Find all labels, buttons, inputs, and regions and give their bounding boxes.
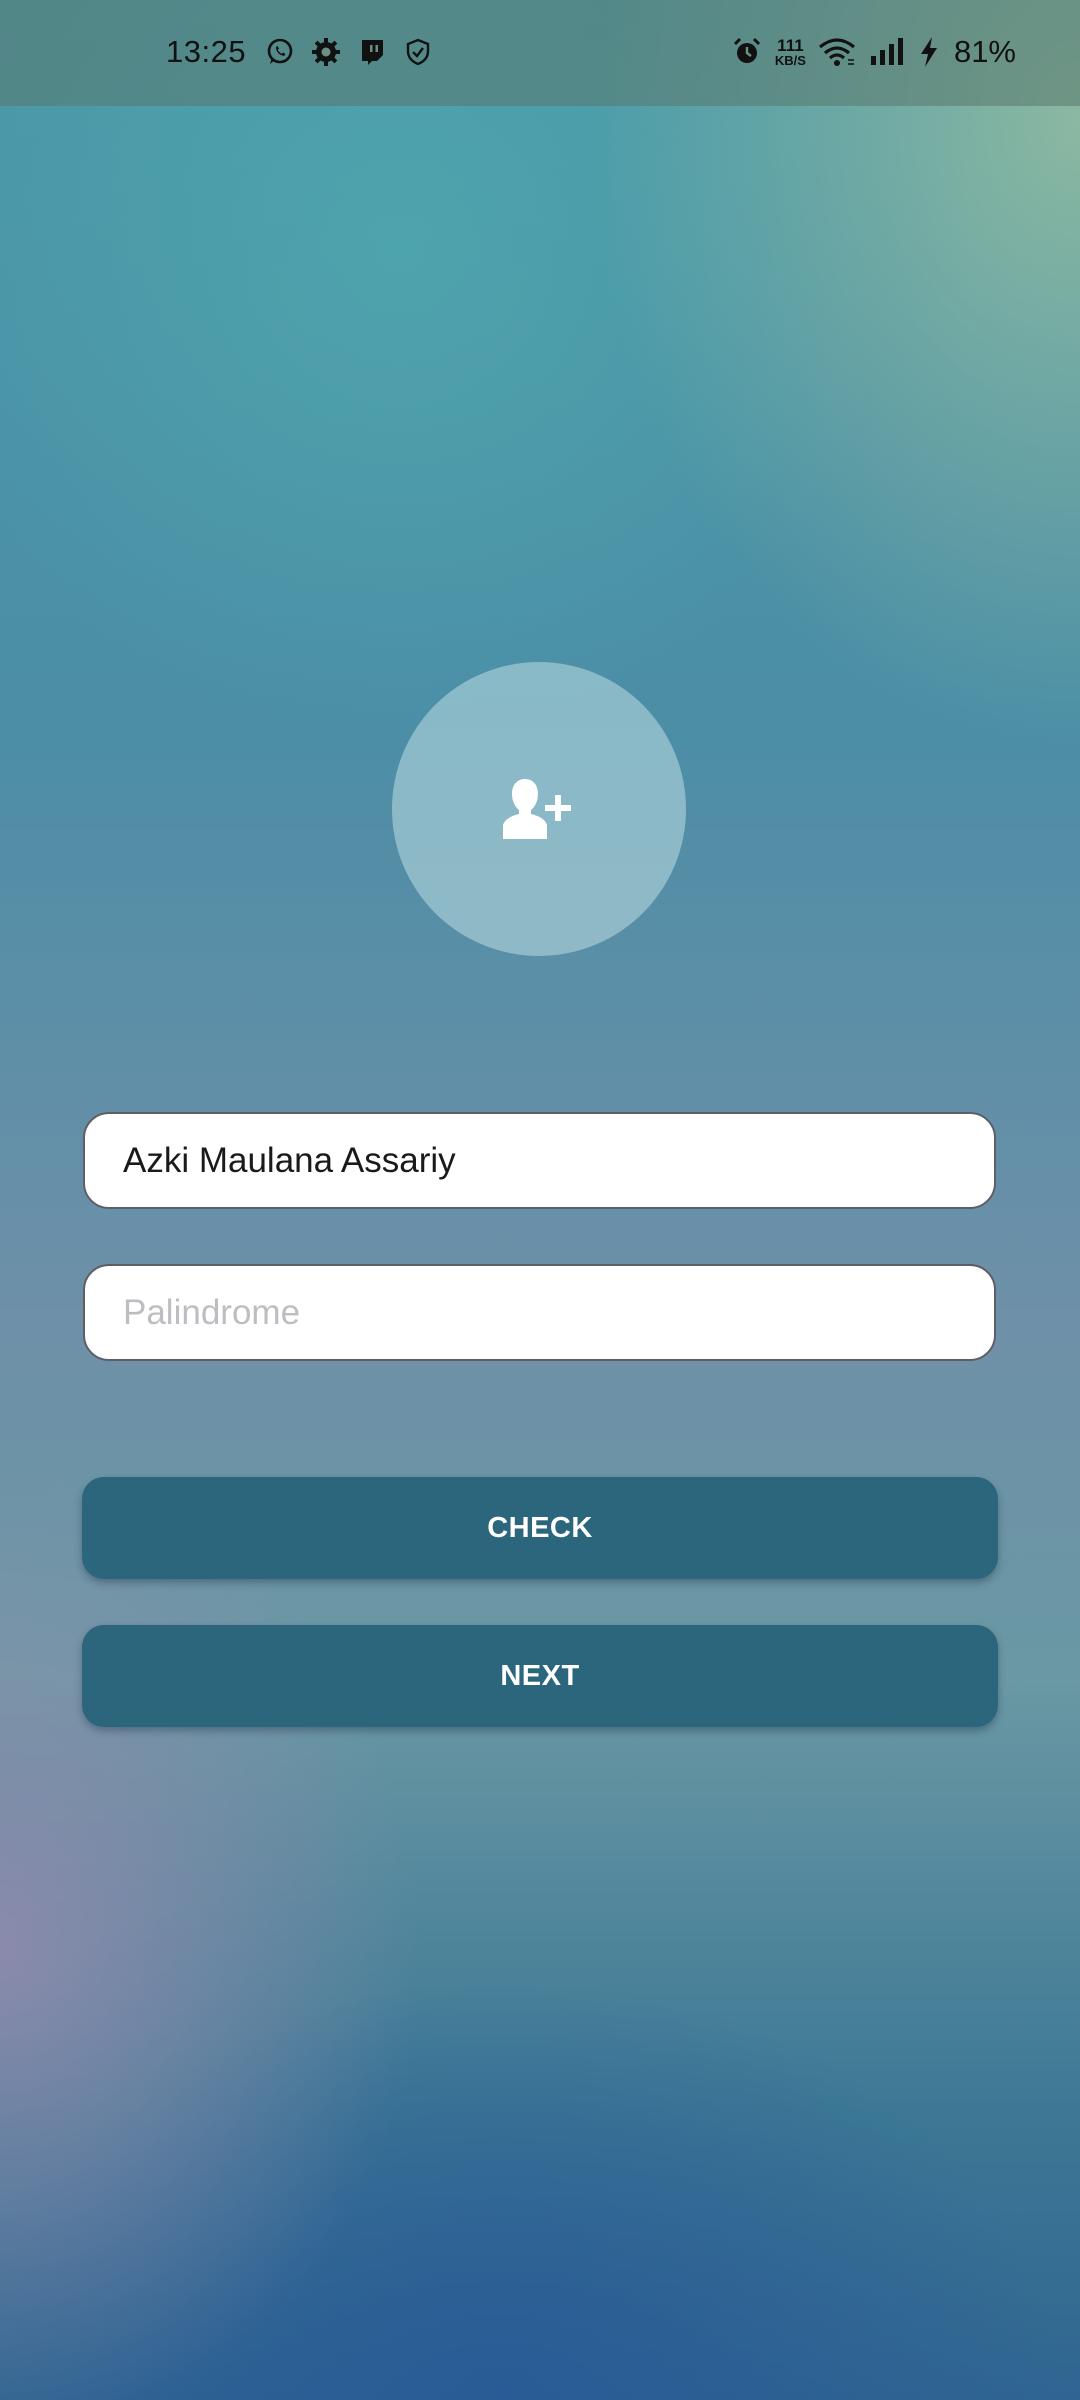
charging-bolt-icon (918, 36, 940, 68)
status-left-icons (264, 36, 434, 68)
net-speed-value: 111 (777, 36, 804, 55)
net-speed-indicator: 111 KB/S (775, 37, 806, 67)
whatsapp-icon (264, 36, 296, 68)
battery-percentage: 81% (953, 34, 1016, 69)
name-input-field[interactable] (83, 1112, 996, 1209)
palindrome-input[interactable] (123, 1292, 956, 1333)
settings-gear-icon (310, 36, 342, 68)
alarm-icon (731, 36, 763, 68)
status-right-icons: 111 KB/S 81% (731, 34, 1016, 70)
twitch-icon (356, 36, 388, 68)
next-button[interactable]: NEXT (82, 1625, 998, 1727)
net-speed-unit: KB/S (774, 53, 806, 68)
profile-avatar-button[interactable] (392, 662, 686, 956)
status-bar: 13:25 111 KB/S 81% (0, 0, 1080, 106)
status-time: 13:25 (166, 34, 247, 69)
palindrome-input-field[interactable] (83, 1264, 996, 1361)
shield-check-icon (402, 36, 434, 68)
app-screen: 13:25 111 KB/S 81% Azki Maulana Assariy … (0, 0, 1080, 2400)
signal-icon (868, 36, 906, 68)
check-button[interactable]: CHECK (82, 1477, 998, 1579)
add-user-icon (503, 779, 571, 839)
name-input[interactable] (123, 1140, 956, 1181)
wifi-icon (818, 36, 856, 68)
